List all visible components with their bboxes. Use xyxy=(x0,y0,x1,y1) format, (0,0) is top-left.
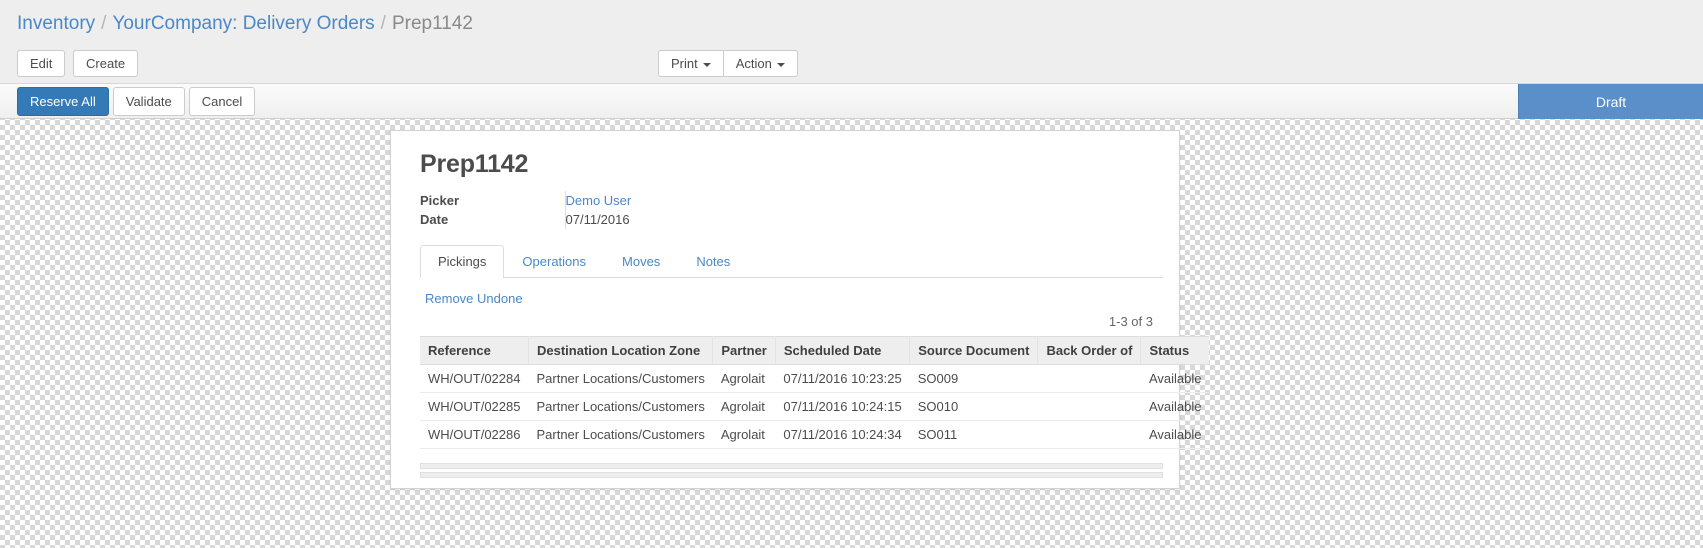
edit-button[interactable]: Edit xyxy=(17,50,65,77)
tab-pickings[interactable]: Pickings xyxy=(420,245,504,278)
table-row[interactable]: WH/OUT/02284 Partner Locations/Customers… xyxy=(420,365,1209,393)
cell-scheduled-date: 07/11/2016 10:24:34 xyxy=(775,421,909,449)
footer-separator-bar xyxy=(420,472,1163,478)
chevron-down-icon xyxy=(777,63,785,67)
reserve-all-button[interactable]: Reserve All xyxy=(17,87,109,116)
chevron-down-icon xyxy=(703,63,711,67)
tab-operations[interactable]: Operations xyxy=(504,245,604,278)
form-fields: Picker Demo User Date 07/11/2016 xyxy=(420,191,805,229)
table-row[interactable]: WH/OUT/02286 Partner Locations/Customers… xyxy=(420,421,1209,449)
cell-destination: Partner Locations/Customers xyxy=(528,393,712,421)
breadcrumb-item-delivery-orders[interactable]: YourCompany: Delivery Orders xyxy=(112,13,374,34)
cell-status: Available xyxy=(1141,421,1210,449)
print-dropdown-label: Print xyxy=(671,56,698,71)
print-dropdown-button[interactable]: Print xyxy=(658,50,724,77)
field-value-picker: Demo User xyxy=(565,191,805,210)
column-header-partner[interactable]: Partner xyxy=(713,337,776,365)
tab-moves[interactable]: Moves xyxy=(604,245,678,278)
breadcrumb-item-current: Prep1142 xyxy=(392,13,473,34)
cell-reference: WH/OUT/02285 xyxy=(420,393,528,421)
table-header: Reference Destination Location Zone Part… xyxy=(420,337,1209,365)
validate-button[interactable]: Validate xyxy=(113,87,185,116)
page-title: Prep1142 xyxy=(407,147,1163,191)
create-button[interactable]: Create xyxy=(73,50,138,77)
form-sheet: Prep1142 Picker Demo User Date 07/11/201… xyxy=(390,130,1180,489)
cell-status: Available xyxy=(1141,393,1210,421)
breadcrumb: Inventory / YourCompany: Delivery Orders / P… xyxy=(0,0,1703,36)
column-header-scheduled-date[interactable]: Scheduled Date xyxy=(775,337,909,365)
action-dropdown-label: Action xyxy=(736,56,772,71)
column-header-status[interactable]: Status xyxy=(1141,337,1210,365)
breadcrumb-separator: / xyxy=(381,13,386,34)
sheet-footer xyxy=(407,449,1163,478)
field-label-picker: Picker xyxy=(420,191,565,210)
table-row[interactable]: WH/OUT/02285 Partner Locations/Customers… xyxy=(420,393,1209,421)
cell-partner: Agrolait xyxy=(713,393,776,421)
cell-source-document: SO009 xyxy=(910,365,1038,393)
cancel-button[interactable]: Cancel xyxy=(189,87,255,116)
footer-separator-bar xyxy=(420,463,1163,469)
cell-reference: WH/OUT/02286 xyxy=(420,421,528,449)
action-dropdown-button[interactable]: Action xyxy=(724,50,798,77)
table-header-row: Reference Destination Location Zone Part… xyxy=(420,337,1209,365)
status-badge[interactable]: Draft xyxy=(1518,84,1703,119)
control-panel-buttons: Edit Create xyxy=(17,50,142,77)
column-header-back-order-of[interactable]: Back Order of xyxy=(1038,337,1141,365)
cell-destination: Partner Locations/Customers xyxy=(528,421,712,449)
field-row-picker: Picker Demo User xyxy=(420,191,805,210)
field-value-date: 07/11/2016 xyxy=(565,210,805,229)
pickings-table: Reference Destination Location Zone Part… xyxy=(420,336,1209,449)
control-panel-dropdowns: Print Action xyxy=(658,50,798,77)
cell-scheduled-date: 07/11/2016 10:24:15 xyxy=(775,393,909,421)
table-body: WH/OUT/02284 Partner Locations/Customers… xyxy=(420,365,1209,449)
cell-source-document: SO010 xyxy=(910,393,1038,421)
tab-notes[interactable]: Notes xyxy=(678,245,748,278)
column-header-reference[interactable]: Reference xyxy=(420,337,528,365)
cell-destination: Partner Locations/Customers xyxy=(528,365,712,393)
cell-back-order-of xyxy=(1038,393,1141,421)
picker-link[interactable]: Demo User xyxy=(566,193,632,208)
remove-undone-link[interactable]: Remove Undone xyxy=(425,291,523,306)
status-bar: Reserve All Validate Cancel Draft xyxy=(0,84,1703,119)
cell-status: Available xyxy=(1141,365,1210,393)
notebook-tabs: Pickings Operations Moves Notes xyxy=(420,245,1163,278)
cell-partner: Agrolait xyxy=(713,365,776,393)
cell-reference: WH/OUT/02284 xyxy=(420,365,528,393)
cell-back-order-of xyxy=(1038,365,1141,393)
control-panel: Inventory / YourCompany: Delivery Orders / P… xyxy=(0,0,1703,84)
column-header-source-document[interactable]: Source Document xyxy=(910,337,1038,365)
cell-back-order-of xyxy=(1038,421,1141,449)
cell-partner: Agrolait xyxy=(713,421,776,449)
column-header-destination[interactable]: Destination Location Zone xyxy=(528,337,712,365)
cell-scheduled-date: 07/11/2016 10:23:25 xyxy=(775,365,909,393)
breadcrumb-item-inventory[interactable]: Inventory xyxy=(17,13,95,34)
list-actions: Remove Undone xyxy=(420,278,1163,310)
breadcrumb-separator: / xyxy=(101,13,106,34)
pickings-list-area: Remove Undone 1-3 of 3 Reference Destina… xyxy=(407,278,1163,449)
pager[interactable]: 1-3 of 3 xyxy=(420,310,1163,336)
cell-source-document: SO011 xyxy=(910,421,1038,449)
field-row-date: Date 07/11/2016 xyxy=(420,210,805,229)
field-label-date: Date xyxy=(420,210,565,229)
